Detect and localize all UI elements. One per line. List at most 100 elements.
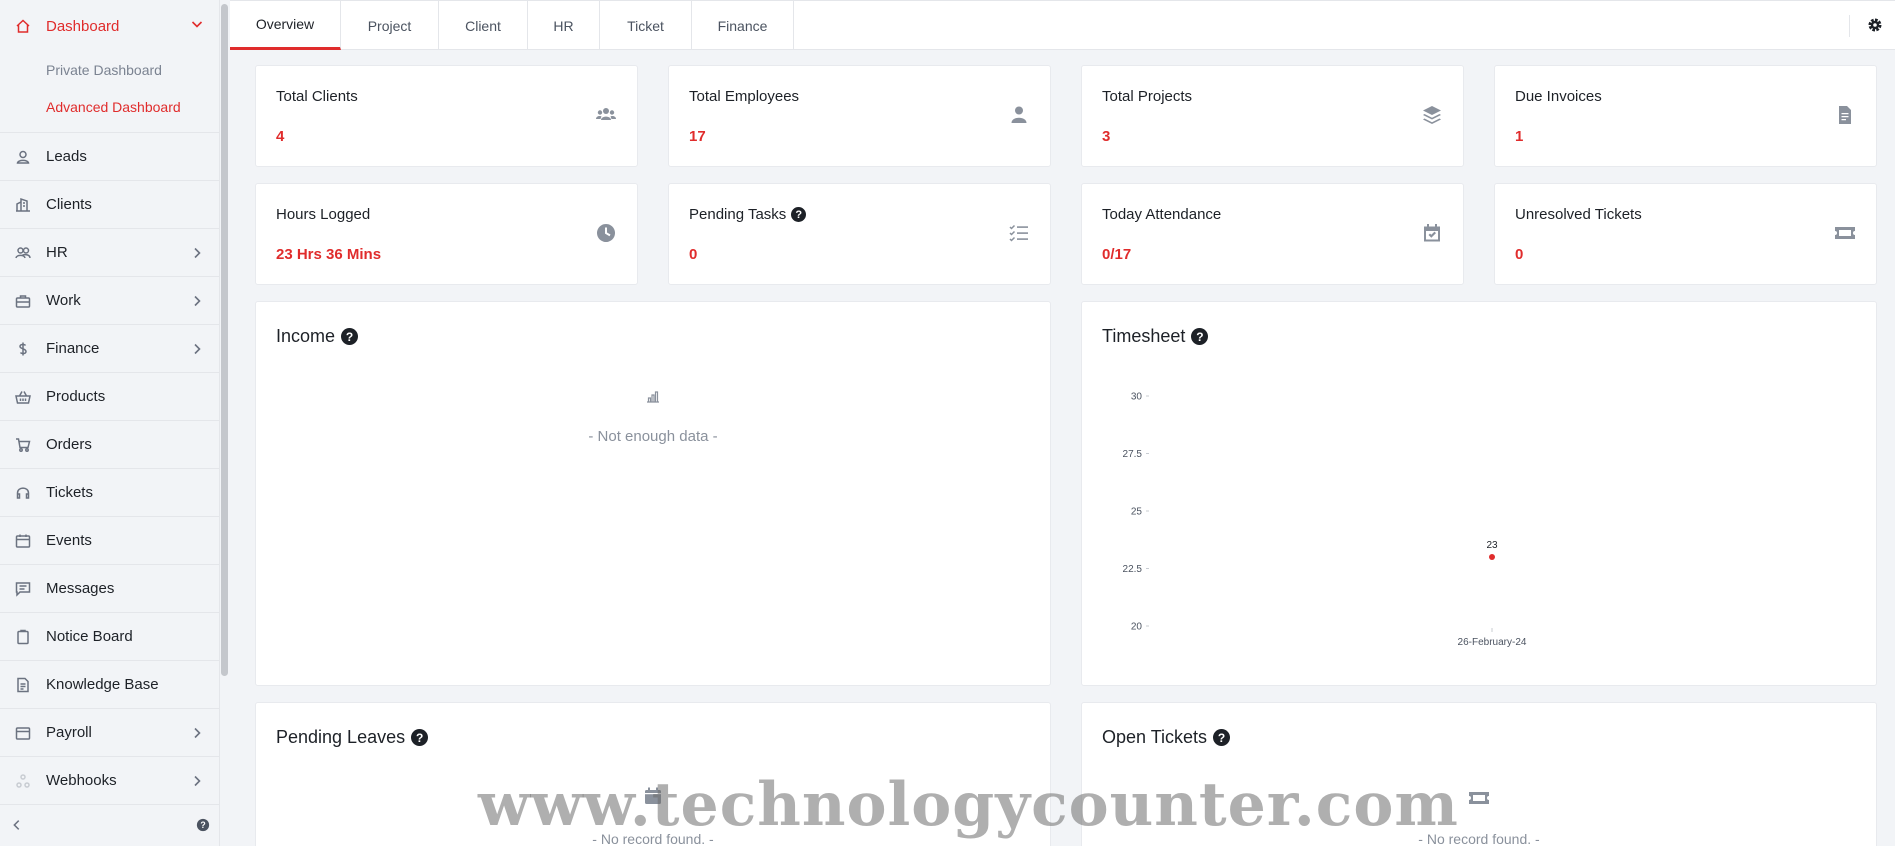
stat-value: 1 — [1515, 128, 1524, 145]
dashboard-submenu: Private Dashboard Advanced Dashboard — [0, 52, 219, 133]
message-icon — [12, 578, 34, 600]
sidebar-item-messages[interactable]: Messages — [0, 565, 219, 613]
invoice-icon — [1834, 104, 1858, 128]
sidebar-item-label: Webhooks — [46, 772, 117, 789]
dashboard-tabs-bar: Overview Project Client HR Ticket Financ… — [230, 0, 1895, 50]
panel-title: Open Tickets — [1102, 727, 1208, 747]
layers-icon — [1421, 104, 1445, 128]
stat-value: 3 — [1102, 128, 1111, 145]
help-icon[interactable]: ? — [791, 207, 807, 222]
sidebar-subitem-advanced-dashboard[interactable]: Advanced Dashboard — [0, 89, 219, 126]
data-label: 23 — [1486, 540, 1498, 551]
panel-title: Pending Leaves — [276, 727, 406, 747]
panel-title: Income — [276, 326, 336, 346]
stat-label: Total Employees — [689, 88, 800, 105]
clipboard-icon — [12, 626, 34, 648]
stat-label: Unresolved Tickets — [1515, 206, 1642, 223]
basket-icon — [12, 386, 34, 408]
sidebar-item-label: Orders — [46, 436, 92, 453]
stat-card-hours-logged[interactable]: Hours Logged 23 Hrs 36 Mins — [255, 183, 638, 285]
tab-overview[interactable]: Overview — [230, 1, 341, 50]
topbar-divider — [1849, 15, 1850, 37]
chevron-right-icon — [189, 341, 205, 357]
svg-text:?: ? — [200, 820, 205, 830]
stat-value: 0 — [1515, 246, 1524, 263]
user-icon — [12, 146, 34, 168]
collapse-sidebar-icon[interactable] — [10, 818, 24, 837]
user-icon — [1008, 104, 1032, 128]
tab-ticket[interactable]: Ticket — [600, 1, 692, 50]
stat-value: 0/17 — [1102, 246, 1132, 263]
headset-icon — [12, 482, 34, 504]
stat-value: 0 — [689, 246, 698, 263]
help-icon[interactable]: ? — [341, 328, 359, 345]
sidebar-item-products[interactable]: Products — [0, 373, 219, 421]
sidebar-item-label: Messages — [46, 580, 115, 597]
y-tick-label: 30 — [1131, 392, 1143, 403]
y-tick-label: 22.5 — [1123, 564, 1143, 575]
sidebar-item-work[interactable]: Work — [0, 277, 219, 325]
stat-value: 23 Hrs 36 Mins — [276, 246, 382, 263]
stat-card-unresolved-tickets[interactable]: Unresolved Tickets 0 — [1494, 183, 1877, 285]
stat-card-today-attendance[interactable]: Today Attendance 0/17 — [1081, 183, 1464, 285]
sidebar-item-knowledge-base[interactable]: Knowledge Base — [0, 661, 219, 709]
sidebar-item-orders[interactable]: Orders — [0, 421, 219, 469]
sidebar-item-label: Clients — [46, 196, 92, 213]
chevron-down-icon — [189, 16, 205, 32]
sidebar-item-webhooks[interactable]: Webhooks — [0, 757, 219, 805]
panel-title-wrap: Pending Leaves? — [276, 727, 429, 748]
stat-value: 4 — [276, 128, 285, 145]
sidebar-item-label: Tickets — [46, 484, 93, 501]
help-icon[interactable]: ? — [411, 729, 429, 746]
stat-card-total-projects[interactable]: Total Projects 3 — [1081, 65, 1464, 167]
sidebar-item-leads[interactable]: Leads — [0, 133, 219, 181]
building-icon — [12, 194, 34, 216]
users-icon — [12, 242, 34, 264]
briefcase-icon — [12, 290, 34, 312]
sidebar-scrollbar[interactable] — [221, 4, 228, 676]
stat-card-due-invoices[interactable]: Due Invoices 1 — [1494, 65, 1877, 167]
stat-label: Due Invoices — [1515, 88, 1602, 105]
watermark: www.technologycounter.com — [478, 770, 1459, 840]
help-icon[interactable]: ? — [196, 818, 210, 837]
document-icon — [12, 674, 34, 696]
chevron-right-icon — [189, 245, 205, 261]
x-tick-label: 26-February-24 — [1458, 637, 1527, 648]
sidebar-footer: ? — [0, 808, 220, 846]
sidebar-item-hr[interactable]: HR — [0, 229, 219, 277]
sidebar-item-events[interactable]: Events — [0, 517, 219, 565]
clock-icon — [595, 222, 619, 246]
sidebar-item-clients[interactable]: Clients — [0, 181, 219, 229]
sidebar-subitem-private-dashboard[interactable]: Private Dashboard — [0, 52, 219, 89]
stat-card-total-employees[interactable]: Total Employees 17 — [668, 65, 1051, 167]
panel-title-wrap: Open Tickets? — [1102, 727, 1231, 748]
stat-card-pending-tasks[interactable]: Pending Tasks? 0 — [668, 183, 1051, 285]
tab-project[interactable]: Project — [341, 1, 439, 50]
stat-label: Today Attendance — [1102, 206, 1222, 223]
tab-finance[interactable]: Finance — [692, 1, 794, 50]
sidebar-item-label: Leads — [46, 148, 87, 165]
sidebar-item-notice-board[interactable]: Notice Board — [0, 613, 219, 661]
chevron-right-icon — [189, 773, 205, 789]
sidebar-item-label: Knowledge Base — [46, 676, 159, 693]
stat-label: Hours Logged — [276, 206, 371, 223]
sidebar-item-label: Payroll — [46, 724, 92, 741]
calendar-icon — [12, 530, 34, 552]
ticket-icon — [1834, 222, 1858, 246]
sidebar-item-tickets[interactable]: Tickets — [0, 469, 219, 517]
stat-card-total-clients[interactable]: Total Clients 4 — [255, 65, 638, 167]
tab-client[interactable]: Client — [439, 1, 528, 50]
data-point — [1489, 554, 1495, 560]
cart-icon — [12, 434, 34, 456]
sidebar-item-finance[interactable]: Finance — [0, 325, 219, 373]
panel-title-wrap: Income? — [276, 326, 359, 347]
webhook-icon — [12, 770, 34, 792]
sidebar-item-dashboard[interactable]: Dashboard — [0, 0, 219, 52]
users-icon — [595, 104, 619, 128]
help-icon[interactable]: ? — [1213, 729, 1231, 746]
gear-icon[interactable] — [1865, 15, 1885, 35]
bar-chart-icon — [256, 388, 1050, 408]
stat-label-wrap: Pending Tasks? — [689, 206, 807, 223]
tab-hr[interactable]: HR — [528, 1, 600, 50]
sidebar-item-payroll[interactable]: Payroll — [0, 709, 219, 757]
